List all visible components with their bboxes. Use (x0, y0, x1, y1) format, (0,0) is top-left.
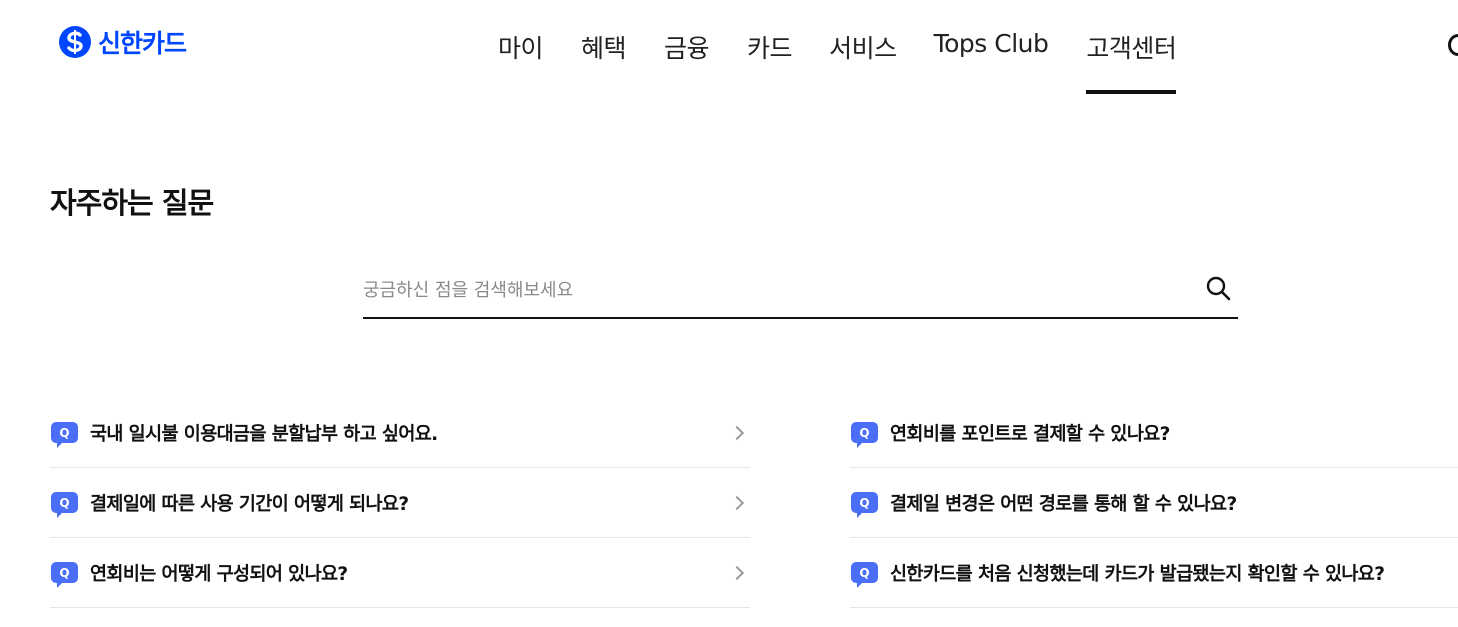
faq-question: 연회비는 어떻게 구성되어 있나요? (90, 563, 348, 585)
nav-item-customer-center[interactable]: 고객센터 (1086, 0, 1177, 94)
site-header: 신한카드 마이 혜택 금융 카드 서비스 Tops Club 고객센터 (0, 0, 1458, 94)
shinhan-logo-icon (59, 26, 91, 58)
faq-list-left: Q 국내 일시불 이용대금을 분할납부 하고 싶어요. Q 결제일에 따른 사용… (50, 398, 750, 608)
question-icon: Q (51, 562, 78, 588)
faq-item[interactable]: Q 신한카드를 처음 신청했는데 카드가 발급됐는지 확인할 수 있나요? (850, 538, 1458, 608)
nav-item-benefits[interactable]: 혜택 (581, 0, 627, 94)
faq-list-right: Q 연회비를 포인트로 결제할 수 있나요? Q 결제일 변경은 어떤 경로를 … (850, 398, 1458, 608)
faq-question: 결제일 변경은 어떤 경로를 통해 할 수 있나요? (890, 493, 1237, 515)
nav-item-finance[interactable]: 금융 (664, 0, 710, 94)
question-icon: Q (51, 492, 78, 518)
chevron-right-icon (729, 425, 745, 440)
faq-item[interactable]: Q 결제일 변경은 어떤 경로를 통해 할 수 있나요? (850, 468, 1458, 538)
faq-item[interactable]: Q 연회비는 어떻게 구성되어 있나요? (50, 538, 750, 608)
search-icon[interactable] (1204, 274, 1232, 302)
faq-question: 결제일에 따른 사용 기간이 어떻게 되나요? (90, 493, 409, 515)
faq-question: 신한카드를 처음 신청했는데 카드가 발급됐는지 확인할 수 있나요? (890, 563, 1385, 585)
faq-item[interactable]: Q 결제일에 따른 사용 기간이 어떻게 되나요? (50, 468, 750, 538)
brand-logo[interactable]: 신한카드 (58, 24, 187, 60)
question-icon: Q (851, 422, 878, 448)
page-title: 자주하는 질문 (50, 186, 214, 220)
header-search-icon[interactable] (1448, 34, 1458, 56)
faq-question: 국내 일시불 이용대금을 분할납부 하고 싶어요. (90, 423, 438, 445)
nav-item-my[interactable]: 마이 (498, 0, 544, 94)
chevron-right-icon (729, 565, 745, 580)
faq-question: 연회비를 포인트로 결제할 수 있나요? (890, 423, 1170, 445)
faq-search-bar (363, 266, 1238, 319)
nav-item-card[interactable]: 카드 (747, 0, 793, 94)
main-nav: 마이 혜택 금융 카드 서비스 Tops Club 고객센터 (480, 0, 1177, 94)
brand-name: 신한카드 (98, 29, 187, 58)
nav-item-tops-club[interactable]: Tops Club (934, 0, 1049, 94)
chevron-right-icon (729, 495, 745, 510)
search-input[interactable] (363, 272, 1183, 308)
question-icon: Q (851, 492, 878, 518)
faq-item[interactable]: Q 연회비를 포인트로 결제할 수 있나요? (850, 398, 1458, 468)
question-icon: Q (851, 562, 878, 588)
faq-item[interactable]: Q 국내 일시불 이용대금을 분할납부 하고 싶어요. (50, 398, 750, 468)
question-icon: Q (51, 422, 78, 448)
nav-item-service[interactable]: 서비스 (829, 0, 897, 94)
